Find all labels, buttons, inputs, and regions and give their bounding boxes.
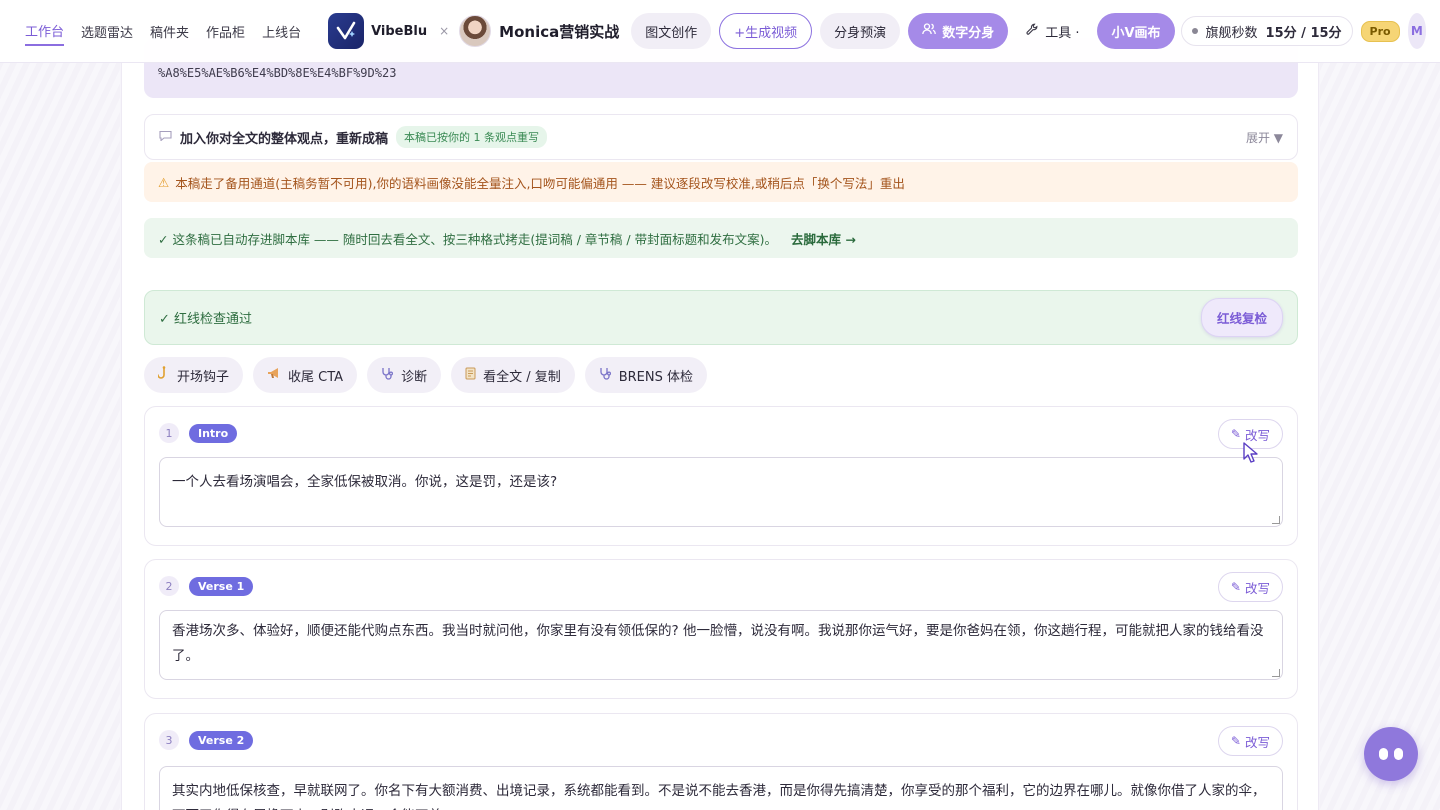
script-section: 1 Intro ✎ 改写 一个人去看场演唱会，全家低保被取消。你说，这是罚，还是…: [144, 406, 1298, 546]
redline-status: ✓ 红线检查通过: [159, 312, 253, 327]
plan-badge: Pro: [1360, 20, 1400, 42]
canvas-button[interactable]: 小V画布: [1097, 13, 1175, 49]
quota-dot-icon: [1191, 28, 1198, 34]
redline-recheck-button[interactable]: 红线复检: [1200, 298, 1283, 337]
action-chips: 开场钩子 收尾 CTA 诊断 看全文 / 复制 BRENS 体检: [144, 357, 708, 393]
diagnose-button[interactable]: 诊断: [367, 357, 442, 393]
document-icon: [465, 367, 476, 384]
redline-check-panel: ✓ 红线检查通过 红线复检: [144, 290, 1298, 345]
digital-twin-label: 数字分身: [942, 25, 995, 41]
closing-cta-label: 收尾 CTA: [288, 369, 344, 385]
opening-hook-label: 开场钩子: [177, 369, 230, 385]
chat-bubble-icon: [159, 130, 172, 144]
saved-notice: ✓ 这条稿已自动存进脚本库 —— 随时回去看全文、按三种格式拷走(提词稿 / 章…: [144, 218, 1298, 258]
fallback-warning: ⚠ 本稿走了备用通道(主稿务暂不可用),你的语料画像没能全量注入,口吻可能偏通用…: [144, 162, 1298, 202]
section-tag: Verse 2: [189, 730, 254, 750]
nav-drafts[interactable]: 稿件夹: [150, 18, 189, 45]
section-text: 香港场次多、体验好，顺便还能代购点东西。我当时就问他，你家里有没有领低保的? 他…: [172, 623, 1264, 664]
section-text: 其实内地低保核查，早就联网了。你名下有大额消费、出境记录，系统都能看到。不是说不…: [172, 783, 1266, 810]
brand-separator: ×: [439, 24, 450, 38]
opinion-title: 加入你对全文的整体观点，重新成稿: [180, 131, 389, 147]
nav-works[interactable]: 作品柜: [206, 18, 245, 45]
warning-icon: ⚠: [158, 174, 170, 190]
wrench-icon: [1026, 23, 1039, 40]
stethoscope-icon: [381, 367, 394, 384]
resize-handle[interactable]: [1272, 516, 1280, 524]
vibeblu-logo-icon: [328, 13, 365, 49]
main-panel: %A8%E5%AE%B6%E4%BD%8E%E4%BF%9D%23 加入你对全文…: [121, 0, 1319, 810]
view-full-copy-button[interactable]: 看全文 / 复制: [451, 357, 575, 393]
quota-value: 15分 / 15分: [1265, 25, 1342, 41]
opinion-panel[interactable]: 加入你对全文的整体观点，重新成稿 本稿已按你的 1 条观点重写 展开 ▼: [144, 114, 1298, 160]
brens-check-label: BRENS 体检: [618, 369, 694, 385]
warning-text: 本稿走了备用通道(主稿务暂不可用),你的语料画像没能全量注入,口吻可能偏通用 —…: [175, 175, 905, 191]
brand: VibeBlu × Monica营销实战: [328, 13, 619, 49]
quota-indicator: 旗舰秒数 15分 / 15分: [1180, 16, 1353, 46]
resize-handle[interactable]: [1272, 669, 1280, 677]
rewrite-button[interactable]: ✎ 改写: [1217, 726, 1283, 756]
closing-cta-button[interactable]: 收尾 CTA: [253, 357, 358, 393]
megaphone-icon: [267, 367, 281, 383]
tools-label: 工具 ·: [1045, 25, 1080, 41]
brand-name: VibeBlu: [371, 23, 428, 39]
tools-menu[interactable]: 工具 ·: [1016, 13, 1089, 49]
section-header: 1 Intro: [159, 423, 238, 443]
background-left: [0, 0, 120, 810]
opening-hook-button[interactable]: 开场钩子: [144, 357, 244, 393]
digital-twin-button[interactable]: 数字分身: [908, 13, 1009, 49]
nav-links: 工作台 选题雷达 稿件夹 作品柜 上线台: [25, 17, 318, 46]
opinion-badge: 本稿已按你的 1 条观点重写: [396, 126, 548, 148]
top-nav: 工作台 选题雷达 稿件夹 作品柜 上线台 VibeBlu × Monica营销实…: [0, 0, 1440, 63]
script-section: 2 Verse 1 ✎ 改写 香港场次多、体验好，顺便还能代购点东西。我当时就问…: [144, 559, 1298, 699]
section-textarea[interactable]: 一个人去看场演唱会，全家低保被取消。你说，这是罚，还是该?: [159, 457, 1283, 527]
stethoscope-icon: [599, 367, 612, 384]
section-tag: Intro: [189, 423, 238, 443]
mouse-cursor-icon: [1243, 442, 1258, 463]
pencil-icon: ✎: [1230, 427, 1241, 441]
nav-topic-radar[interactable]: 选题雷达: [81, 18, 133, 45]
background-right: [1320, 0, 1440, 810]
brens-check-button[interactable]: BRENS 体检: [584, 357, 708, 393]
generate-video-button[interactable]: +生成视频: [719, 13, 813, 49]
section-number: 3: [159, 730, 179, 750]
script-section: 3 Verse 2 ✎ 改写 其实内地低保核查，早就联网了。你名下有大额消费、出…: [144, 713, 1298, 810]
nav-workbench[interactable]: 工作台: [25, 17, 65, 46]
script-library-link[interactable]: 去脚本库 →: [791, 229, 856, 248]
partner-avatar: [459, 15, 492, 47]
section-header: 3 Verse 2: [159, 730, 254, 750]
saved-text: ✓ 这条稿已自动存进脚本库 —— 随时回去看全文、按三种格式拷走(提词稿 / 章…: [158, 231, 777, 247]
graphic-create-button[interactable]: 图文创作: [631, 13, 712, 49]
partner-name: Monica营销实战: [499, 22, 620, 41]
rewrite-button[interactable]: ✎ 改写: [1217, 572, 1283, 602]
view-full-copy-label: 看全文 / 复制: [483, 369, 561, 385]
section-textarea[interactable]: 香港场次多、体验好，顺便还能代购点东西。我当时就问他，你家里有没有领低保的? 他…: [159, 610, 1283, 680]
quota-label: 旗舰秒数: [1205, 25, 1258, 41]
section-tag: Verse 1: [189, 576, 254, 596]
rewrite-label: 改写: [1244, 734, 1270, 750]
hook-icon: [157, 366, 170, 384]
bot-eye-icon: [1394, 748, 1403, 760]
assistant-bot-button[interactable]: [1364, 727, 1418, 781]
nav-buttons: 图文创作 +生成视频 分身预演 数字分身 工具 · 小V画布: [631, 13, 1175, 49]
pencil-icon: ✎: [1230, 580, 1241, 594]
nav-publish[interactable]: 上线台: [262, 18, 301, 45]
bot-eye-icon: [1379, 748, 1388, 760]
pencil-icon: ✎: [1230, 734, 1241, 748]
rewrite-label: 改写: [1244, 580, 1270, 596]
user-avatar[interactable]: M: [1407, 13, 1426, 49]
section-number: 2: [159, 576, 179, 596]
people-icon: [922, 23, 937, 39]
twin-rehearsal-button[interactable]: 分身预演: [820, 13, 901, 49]
rewrite-label: 改写: [1244, 427, 1270, 443]
section-text: 一个人去看场演唱会，全家低保被取消。你说，这是罚，还是该?: [172, 474, 558, 490]
section-textarea[interactable]: 其实内地低保核查，早就联网了。你名下有大额消费、出境记录，系统都能看到。不是说不…: [159, 766, 1283, 810]
section-header: 2 Verse 1: [159, 576, 254, 596]
diagnose-label: 诊断: [401, 369, 428, 385]
section-number: 1: [159, 423, 179, 443]
expand-toggle[interactable]: 展开 ▼: [1246, 129, 1283, 146]
